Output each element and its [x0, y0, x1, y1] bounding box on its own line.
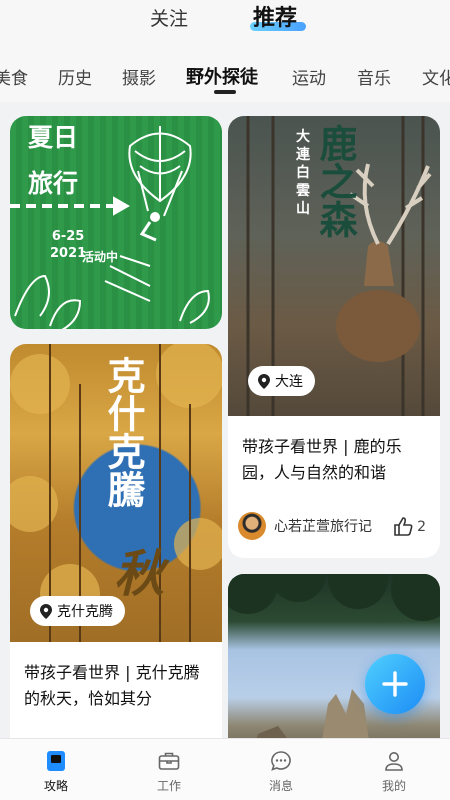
summer-status: 活动中	[82, 250, 119, 264]
coast-rocks-card[interactable]	[228, 574, 440, 738]
nav-label-work: 工作	[156, 779, 181, 793]
category-food[interactable]: 美食	[0, 64, 28, 89]
nav-profile[interactable]: 我的	[364, 749, 424, 794]
category-indicator	[214, 90, 236, 94]
coast-rocks-illustration	[228, 574, 440, 738]
location-label: 大连	[275, 374, 303, 390]
hexigten-autumn-card[interactable]: 克什克騰 秋 克什克腾 带孩子看世界 | 克什克腾的秋天，恰如其分	[10, 344, 222, 738]
deer-card-title[interactable]: 带孩子看世界 | 鹿的乐园，人与自然的和谐	[242, 434, 428, 486]
location-label: 克什克腾	[57, 604, 113, 620]
category-culture[interactable]: 文化	[422, 64, 450, 89]
category-outdoor[interactable]: 野外探徒	[186, 63, 258, 89]
deer-card-author[interactable]: 心若芷萱旅行记	[238, 512, 372, 540]
autumn-poster-title: 克什克騰	[101, 356, 145, 508]
message-icon	[271, 751, 291, 771]
category-bar: 美食 历史 摄影 野外探徒 运动 音乐 文化	[0, 46, 450, 102]
like-count: 2	[417, 519, 426, 535]
bottom-nav: 攻略 工作 消息 我的	[0, 738, 450, 800]
tab-recommend[interactable]: 推荐	[253, 0, 297, 32]
summer-date: 6-25 2021	[50, 229, 87, 261]
category-history[interactable]: 历史	[58, 64, 92, 89]
briefcase-icon	[158, 752, 180, 770]
deer-card-likes[interactable]: 2	[393, 517, 426, 537]
autumn-poster-title-2: 秋	[114, 545, 164, 603]
author-name[interactable]: 心若芷萱旅行记	[274, 516, 372, 536]
nav-label-messages: 消息	[268, 779, 293, 793]
category-music[interactable]: 音乐	[357, 64, 391, 89]
top-tab-bar: 关注 推荐	[0, 0, 450, 46]
location-pin-icon	[40, 603, 52, 619]
summer-title-line2: 旅行	[28, 169, 79, 198]
tab-follow[interactable]: 关注	[150, 4, 188, 31]
deer-poster-subtitle: 大連白雲山	[296, 129, 310, 217]
autumn-card-title[interactable]: 带孩子看世界 | 克什克腾的秋天，恰如其分	[24, 660, 210, 712]
deer-poster-title: 鹿之森	[313, 124, 357, 238]
location-tag-dalian[interactable]: 大连	[248, 366, 315, 396]
location-tag-hexigten[interactable]: 克什克腾	[30, 596, 125, 626]
category-sports[interactable]: 运动	[292, 64, 326, 89]
thumbs-up-icon[interactable]	[393, 517, 413, 537]
category-photography[interactable]: 摄影	[122, 64, 156, 89]
nav-messages[interactable]: 消息	[251, 749, 311, 794]
nav-guide[interactable]: 攻略	[26, 749, 86, 794]
guide-icon	[47, 751, 65, 771]
deer-forest-card[interactable]: 鹿之森 大連白雲山 大连 带孩子看世界 | 鹿的乐园，人与自然的和谐 心若芷萱旅…	[228, 116, 440, 558]
nav-label-profile: 我的	[381, 779, 406, 793]
location-pin-icon	[258, 373, 270, 389]
avatar[interactable]	[238, 512, 266, 540]
plus-icon	[382, 671, 408, 697]
add-post-button[interactable]	[365, 654, 425, 714]
coast-rocks-photo	[228, 574, 440, 738]
summer-title-line1: 夏日	[28, 123, 79, 152]
summer-travel-card[interactable]: 夏日 旅行 6-25 2021 活动中	[10, 116, 222, 329]
profile-icon	[385, 752, 403, 771]
feed[interactable]: 夏日 旅行 6-25 2021 活动中 鹿之森 大連白雲山 大连 带孩子看世界 …	[0, 102, 450, 738]
nav-work[interactable]: 工作	[139, 749, 199, 794]
nav-label-guide: 攻略	[43, 779, 68, 793]
